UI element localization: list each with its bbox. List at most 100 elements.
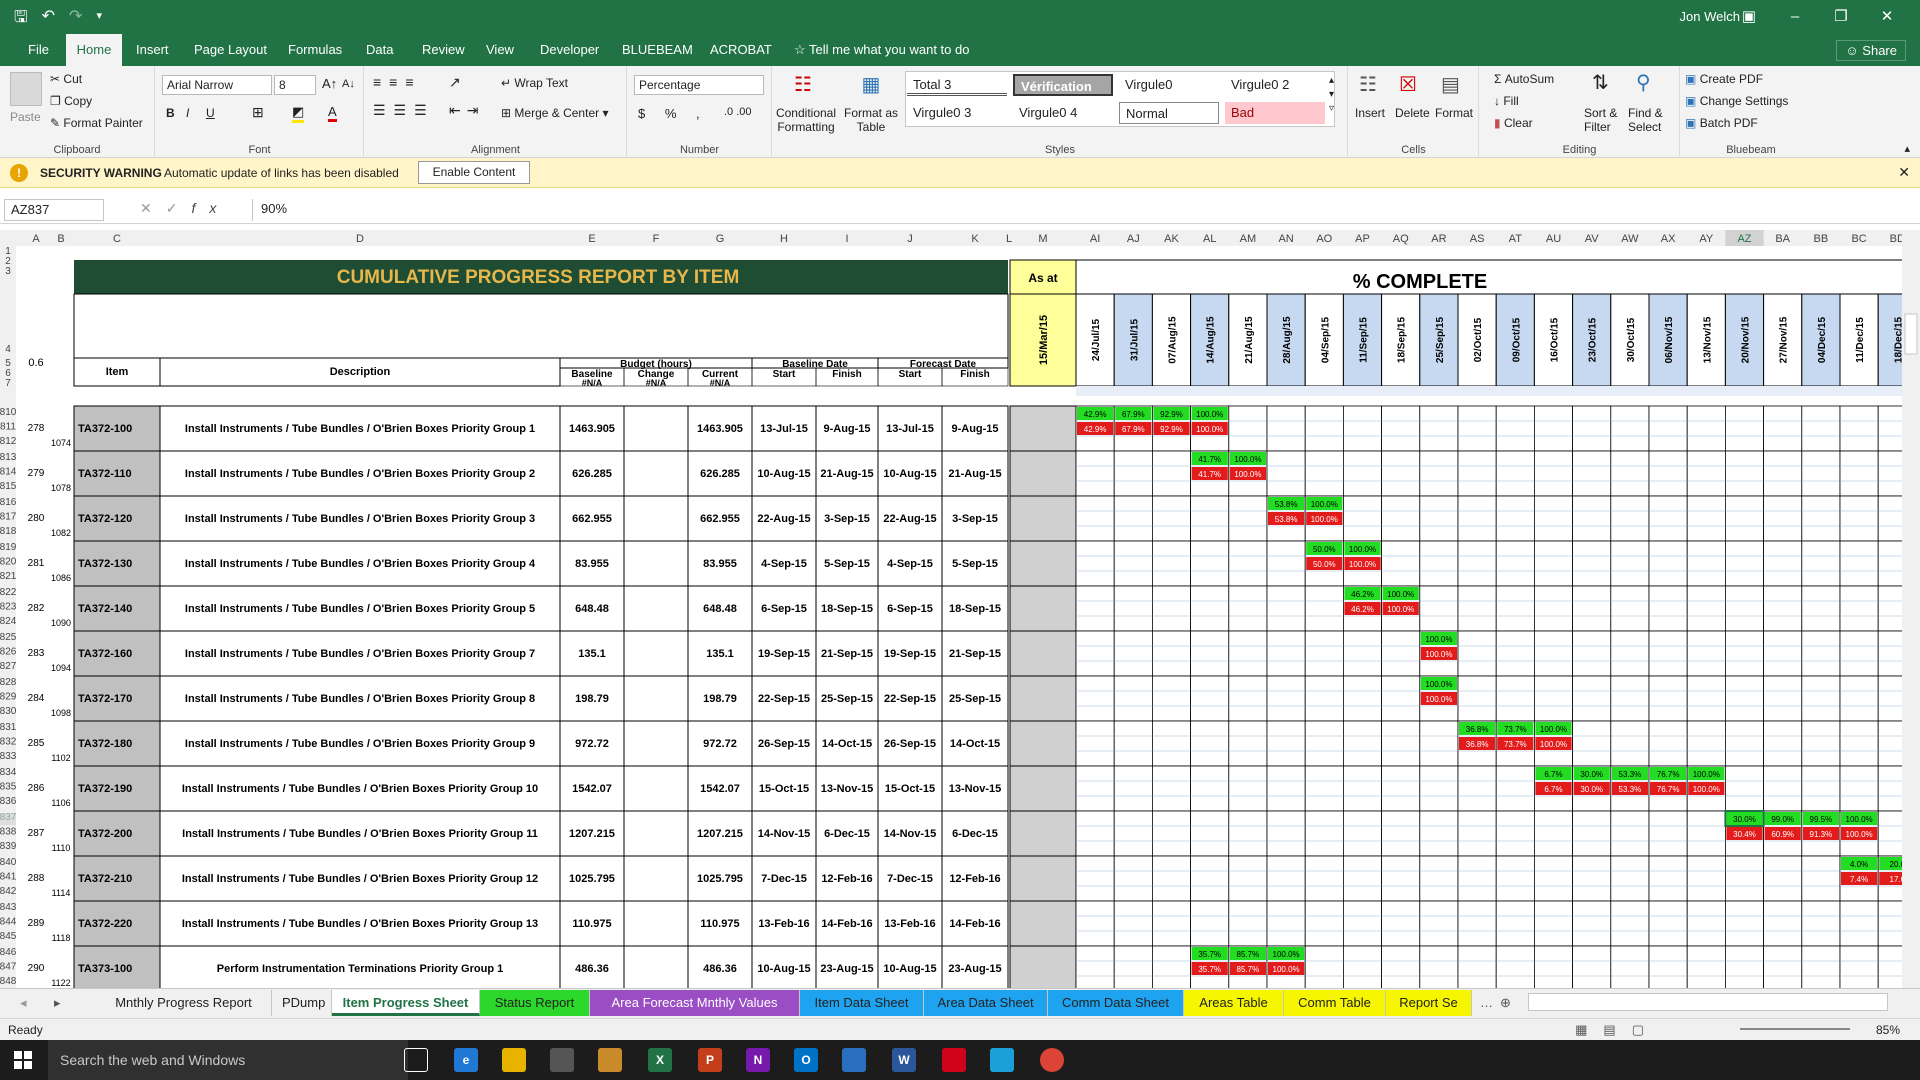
progress-cell[interactable] [1725,675,1765,722]
font-grow-icon[interactable]: A↑ [322,76,337,91]
progress-cell[interactable] [1610,720,1650,767]
progress-cell[interactable] [1839,540,1879,587]
progress-cell[interactable] [1801,405,1841,452]
windows-start-icon[interactable] [14,1051,32,1069]
progress-cell[interactable] [1801,585,1841,632]
progress-cell[interactable] [1343,765,1383,812]
outlook-icon[interactable]: O [794,1048,818,1072]
progress-cell[interactable] [1457,405,1497,452]
progress-cell[interactable] [1266,720,1306,767]
progress-cell[interactable] [1610,675,1650,722]
progress-cell[interactable] [1304,675,1344,722]
progress-cell[interactable] [1113,855,1153,902]
progress-cell[interactable] [1648,810,1688,857]
progress-cell[interactable] [1763,900,1803,947]
progress-cell[interactable] [1343,855,1383,902]
progress-cell[interactable] [1075,630,1115,677]
tab-review[interactable]: Review [414,34,473,66]
bold-icon[interactable]: B [166,106,175,120]
progress-cell[interactable] [1686,495,1726,542]
progress-cell[interactable] [1228,765,1268,812]
media-icon[interactable] [598,1048,622,1072]
ribbon-display-icon[interactable]: ▣ [1726,4,1772,30]
progress-cell[interactable] [1381,720,1421,767]
progress-cell[interactable] [1381,495,1421,542]
progress-cell[interactable] [1839,630,1879,677]
data-cell[interactable] [623,900,689,947]
progress-cell[interactable] [1152,855,1192,902]
progress-cell[interactable] [1801,675,1841,722]
progress-cell[interactable] [1763,495,1803,542]
task-view-icon[interactable] [404,1048,428,1072]
progress-cell[interactable] [1419,450,1459,497]
progress-cell[interactable] [1801,450,1841,497]
progress-cell[interactable] [1190,675,1230,722]
progress-cell[interactable] [1419,585,1459,632]
store-icon[interactable] [550,1048,574,1072]
progress-cell[interactable] [1763,675,1803,722]
progress-cell[interactable] [1648,900,1688,947]
progress-cell[interactable] [1152,450,1192,497]
styles-scroll-icon[interactable]: ▴ ▾ ▿ [1329,74,1334,116]
sheet-tab[interactable]: Area Forecast Mnthly Values [590,990,800,1016]
tab-acrobat[interactable]: ACROBAT [702,34,780,66]
progress-cell[interactable] [1228,585,1268,632]
progress-cell[interactable] [1190,855,1230,902]
progress-cell[interactable] [1228,540,1268,587]
sheet-tab[interactable]: Area Data Sheet [924,990,1048,1016]
style-virgule0-4[interactable]: Virgule0 4 [1013,102,1113,124]
file-explorer-icon[interactable] [502,1048,526,1072]
chrome-icon[interactable] [1040,1048,1064,1072]
progress-cell[interactable] [1152,495,1192,542]
progress-cell[interactable] [1610,630,1650,677]
sheet-tab[interactable]: Comm Data Sheet [1048,990,1184,1016]
merge-center-button[interactable]: ⊞ Merge & Center ▾ [501,106,608,120]
excel-icon[interactable]: X [648,1048,672,1072]
view-mode-icons[interactable]: ▦▤▢ [1575,1022,1660,1038]
progress-cell[interactable] [1228,810,1268,857]
progress-cell[interactable] [1648,720,1688,767]
progress-cell[interactable] [1457,810,1497,857]
progress-cell[interactable] [1686,900,1726,947]
progress-cell[interactable] [1801,765,1841,812]
progress-cell[interactable] [1228,675,1268,722]
progress-cell[interactable] [1228,900,1268,947]
progress-cell[interactable] [1113,945,1153,990]
progress-cell[interactable] [1304,405,1344,452]
progress-cell[interactable] [1152,540,1192,587]
progress-cell[interactable] [1686,945,1726,990]
progress-cell[interactable] [1839,765,1879,812]
borders-icon[interactable]: ⊞ [252,104,264,121]
progress-cell[interactable] [1648,405,1688,452]
progress-cell[interactable] [1534,630,1574,677]
progress-cell[interactable] [1266,450,1306,497]
progress-cell[interactable] [1343,675,1383,722]
onenote-icon[interactable]: N [746,1048,770,1072]
sheet-tab[interactable]: Comm Table [1284,990,1386,1016]
delete-cells-button[interactable]: Delete [1395,106,1430,120]
font-shrink-icon[interactable]: A↓ [342,78,355,90]
progress-cell[interactable] [1266,405,1306,452]
progress-cell[interactable] [1763,585,1803,632]
data-cell[interactable] [623,945,689,990]
progress-cell[interactable] [1534,585,1574,632]
insert-cells-button[interactable]: Insert [1355,106,1385,120]
progress-cell[interactable] [1648,945,1688,990]
close-warning-icon[interactable]: ✕ [1898,164,1910,181]
worksheet-grid[interactable]: A B C D E F G H I J K L M AI AJ AK AL AM AN AO AP AQ AR AS AT AU A… [0,230,1920,990]
progress-cell[interactable] [1610,495,1650,542]
fill-color-icon[interactable]: ◩ [292,104,305,123]
progress-cell[interactable] [1266,630,1306,677]
format-cells-button[interactable]: Format [1435,106,1473,120]
minimize-icon[interactable]: – [1772,4,1818,30]
fx-icon[interactable]: fx [191,200,230,216]
progress-cell[interactable] [1075,900,1115,947]
progress-cell[interactable] [1343,495,1383,542]
progress-cell[interactable] [1190,765,1230,812]
progress-cell[interactable] [1534,900,1574,947]
progress-cell[interactable] [1457,495,1497,542]
data-cell[interactable] [623,405,689,452]
progress-cell[interactable] [1266,810,1306,857]
cancel-icon[interactable]: ✕ [140,200,166,216]
worksheet-canvas[interactable]: A B C D E F G H I J K L M AI AJ AK AL AM AN AO AP AQ AR AS AT AU A… [0,230,1920,990]
